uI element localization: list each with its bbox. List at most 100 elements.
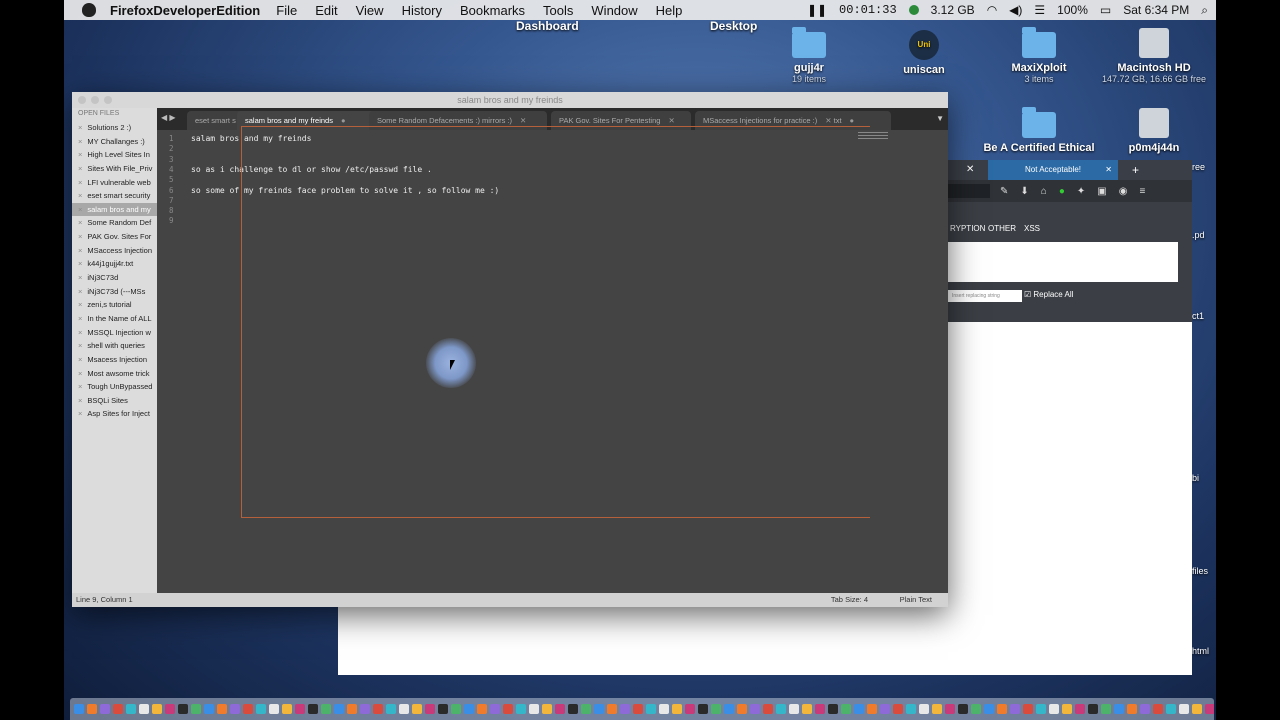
close-tab-icon[interactable]: ✕	[520, 116, 526, 125]
battery-percent[interactable]: 100%	[1057, 3, 1088, 17]
close-file-icon[interactable]: ×	[78, 246, 82, 255]
clock[interactable]: Sat 6:34 PM	[1123, 3, 1189, 17]
sidebar-file-item[interactable]: × High Level Sites In	[72, 148, 157, 162]
window-titlebar[interactable]: salam bros and my freinds	[72, 92, 948, 108]
wifi-icon[interactable]: ◠	[987, 3, 997, 17]
dock-app-icon[interactable]	[321, 704, 331, 714]
dock-app-icon[interactable]	[958, 704, 968, 714]
dock-app-icon[interactable]	[412, 704, 422, 714]
sidebar-file-item[interactable]: × PAK Gov. Sites For	[72, 230, 157, 244]
dock-app-icon[interactable]	[1153, 704, 1163, 714]
close-file-icon[interactable]: ×	[78, 150, 82, 159]
menu-bookmarks[interactable]: Bookmarks	[460, 3, 525, 18]
dock-app-icon[interactable]	[243, 704, 253, 714]
sidebar-file-item[interactable]: × iNj3C73d (---MSs	[72, 285, 157, 299]
dock-app-icon[interactable]	[74, 704, 84, 714]
close-file-icon[interactable]: ×	[78, 355, 82, 364]
dock-app-icon[interactable]	[685, 704, 695, 714]
dock-app-icon[interactable]	[1192, 704, 1202, 714]
dock-app-icon[interactable]	[1179, 704, 1189, 714]
close-file-icon[interactable]: ×	[78, 314, 82, 323]
dock-app-icon[interactable]	[893, 704, 903, 714]
dock-app-icon[interactable]	[620, 704, 630, 714]
close-file-icon[interactable]: ×	[78, 123, 82, 132]
dock-app-icon[interactable]	[399, 704, 409, 714]
dock-app-icon[interactable]	[750, 704, 760, 714]
spotlight-search-icon[interactable]: ⌕	[1201, 3, 1208, 18]
space-dashboard[interactable]: Dashboard	[516, 19, 579, 33]
download-icon[interactable]: ⬇	[1020, 186, 1028, 197]
volume-icon[interactable]: ◀)	[1009, 3, 1022, 17]
close-tab-icon[interactable]: ✕	[825, 116, 831, 125]
dock-app-icon[interactable]	[139, 704, 149, 714]
dock-app-icon[interactable]	[438, 704, 448, 714]
extension-icon[interactable]: ✦	[1077, 186, 1085, 197]
list-icon[interactable]: ☰	[1034, 3, 1045, 17]
hackbar-menu-other[interactable]: OTHER	[988, 224, 1016, 233]
close-file-icon[interactable]: ×	[78, 205, 82, 214]
dock-app-icon[interactable]	[841, 704, 851, 714]
shield-icon[interactable]	[908, 5, 919, 15]
dock-app-icon[interactable]	[1127, 704, 1137, 714]
dock-app-icon[interactable]	[711, 704, 721, 714]
dock-app-icon[interactable]	[906, 704, 916, 714]
close-tab-icon[interactable]: ✕	[966, 160, 974, 180]
pause-icon[interactable]: ❚❚	[807, 3, 827, 17]
dock-app-icon[interactable]	[425, 704, 435, 714]
menu-tools[interactable]: Tools	[543, 3, 573, 18]
dock-app-icon[interactable]	[256, 704, 266, 714]
dock-app-icon[interactable]	[217, 704, 227, 714]
dock-app-icon[interactable]	[659, 704, 669, 714]
syntax-selector[interactable]: Plain Text	[900, 593, 932, 607]
dock-app-icon[interactable]	[503, 704, 513, 714]
sidebar-file-item[interactable]: × Asp Sites for Inject	[72, 407, 157, 421]
sidebar-file-item[interactable]: × MSaccess Injection	[72, 244, 157, 258]
dock-app-icon[interactable]	[516, 704, 526, 714]
sidebar-file-item[interactable]: × iNj3C73d	[72, 271, 157, 285]
menu-help[interactable]: Help	[656, 3, 683, 18]
dock-app-icon[interactable]	[295, 704, 305, 714]
close-file-icon[interactable]: ×	[78, 191, 82, 200]
dock-app-icon[interactable]	[828, 704, 838, 714]
dock-app-icon[interactable]	[555, 704, 565, 714]
dock-app-icon[interactable]	[581, 704, 591, 714]
dock-app-icon[interactable]	[1075, 704, 1085, 714]
dock-app-icon[interactable]	[984, 704, 994, 714]
sidebar-file-item[interactable]: × Some Random Def	[72, 216, 157, 230]
dock-app-icon[interactable]	[594, 704, 604, 714]
desktop-icon-maxixploit[interactable]: MaxiXploit 3 items	[994, 27, 1084, 84]
sidebar-file-item[interactable]: × k44j1gujj4r.txt	[72, 257, 157, 271]
dock-app-icon[interactable]	[880, 704, 890, 714]
dock-app-icon[interactable]	[1114, 704, 1124, 714]
sidebar-file-item[interactable]: × Solutions 2 :)	[72, 121, 157, 135]
dock-app-icon[interactable]	[698, 704, 708, 714]
sidebar-file-item[interactable]: × In the Name of ALL	[72, 312, 157, 326]
dock-app-icon[interactable]	[386, 704, 396, 714]
sidebar-file-item[interactable]: × BSQLi Sites	[72, 394, 157, 408]
close-file-icon[interactable]: ×	[78, 341, 82, 350]
sidebar-file-item[interactable]: × salam bros and my	[72, 202, 157, 217]
close-tab-icon[interactable]: ✕	[1105, 160, 1112, 180]
wrench-icon[interactable]: ✎	[1000, 186, 1008, 197]
dock-app-icon[interactable]	[971, 704, 981, 714]
minimize-window-button[interactable]	[91, 96, 99, 104]
sync-icon[interactable]: ◉	[1119, 186, 1128, 197]
dock-app-icon[interactable]	[607, 704, 617, 714]
sidebar-file-item[interactable]: × Most awsome trick	[72, 367, 157, 381]
dock-app-icon[interactable]	[763, 704, 773, 714]
sidebar-file-item[interactable]: × Sites With File_Priv	[72, 162, 157, 176]
tab-overflow-icon[interactable]: ▼	[936, 114, 944, 123]
close-file-icon[interactable]: ×	[78, 137, 82, 146]
dock-app-icon[interactable]	[672, 704, 682, 714]
dock-app-icon[interactable]	[776, 704, 786, 714]
dock-app-icon[interactable]	[633, 704, 643, 714]
close-file-icon[interactable]: ×	[78, 218, 82, 227]
dock-app-icon[interactable]	[1101, 704, 1111, 714]
space-desktop[interactable]: Desktop	[710, 19, 757, 33]
close-file-icon[interactable]: ×	[78, 273, 82, 282]
close-file-icon[interactable]: ×	[78, 232, 82, 241]
desktop-icon-ethical[interactable]: Be A Certified Ethical	[974, 107, 1104, 154]
dock-app-icon[interactable]	[529, 704, 539, 714]
menu-window[interactable]: Window	[591, 3, 637, 18]
close-file-icon[interactable]: ×	[78, 178, 82, 187]
